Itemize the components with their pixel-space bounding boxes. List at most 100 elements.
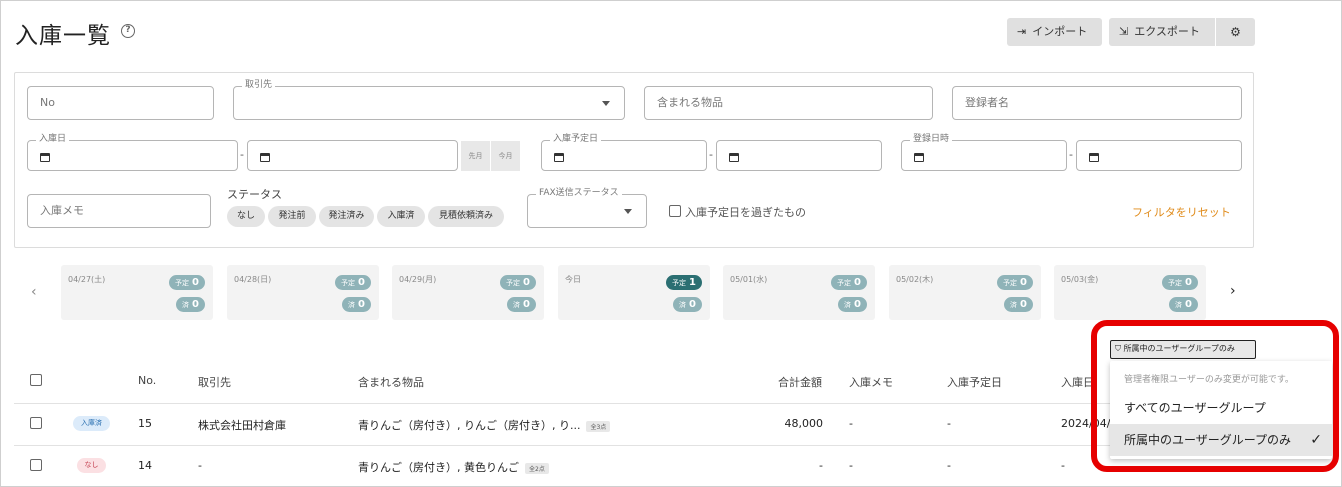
export-button[interactable]: ⇲ エクスポート [1109, 18, 1215, 46]
row-checkbox[interactable] [30, 459, 42, 471]
export-icon: ⇲ [1119, 25, 1129, 38]
registered-date-from[interactable]: 登録日時 [901, 133, 1067, 171]
registrant-field[interactable]: 登録者名 [952, 86, 1242, 120]
settings-button[interactable]: ⚙ [1216, 18, 1255, 46]
calendar-day-card[interactable]: 04/29(月) 予定 0 済 0 [392, 265, 544, 320]
receipt-date-from[interactable]: 入庫日 [27, 133, 238, 171]
status-chip-ordered[interactable]: 発注済み [319, 206, 374, 227]
calendar-day-card[interactable]: 05/03(金) 予定 0 済 0 [1054, 265, 1206, 320]
receipt-date-to[interactable] [247, 140, 458, 171]
planned-count: 0 [358, 277, 365, 288]
no-field[interactable]: No [27, 86, 214, 120]
calendar-day-card[interactable]: 05/01(水) 予定 0 済 0 [723, 265, 875, 320]
done-count-badge: 済0 [507, 297, 536, 312]
header-total[interactable]: 合計金額 [778, 374, 822, 390]
import-label: インポート [1032, 25, 1088, 38]
row-items-text: 青りんご（房付き）, りんご（房付き）, り... [358, 419, 581, 432]
fax-status-select[interactable]: FAX送信ステータス [527, 187, 647, 228]
help-icon[interactable]: ? [121, 24, 135, 38]
planned-label: 予定 [175, 279, 190, 287]
planned-label: 予定 [506, 279, 521, 287]
done-count: 0 [689, 299, 696, 310]
status-chip-none[interactable]: なし [227, 206, 265, 227]
planned-count: 0 [1020, 277, 1027, 288]
planned-count-badge: 予定 0 [831, 275, 867, 290]
done-count-badge: 済0 [1169, 297, 1198, 312]
planned-date-to[interactable] [716, 140, 882, 171]
memo-field[interactable]: 入庫メモ [27, 194, 211, 228]
calendar-day-card[interactable]: 04/28(日) 予定 0 済 0 [227, 265, 379, 320]
select-all-checkbox[interactable] [30, 374, 42, 386]
row-total: - [819, 459, 823, 472]
planned-count: 0 [854, 277, 861, 288]
planned-count: 0 [1185, 277, 1192, 288]
reset-filter-link[interactable]: フィルタをリセット [1132, 204, 1231, 220]
calendar-icon [260, 152, 270, 162]
calendar-day-card[interactable]: 今日 予定 1 済 0 [558, 265, 710, 320]
status-chip-quote-requested[interactable]: 見積依頼済み [428, 206, 504, 227]
done-count: 0 [854, 299, 861, 310]
planned-date-from[interactable]: 入庫予定日 [541, 133, 707, 171]
calendar-day-card[interactable]: 04/27(土) 予定 0 済 0 [61, 265, 213, 320]
planned-date-label: 入庫予定日 [550, 133, 602, 145]
header-partner[interactable]: 取引先 [198, 374, 231, 390]
calendar-day-date: 04/29(月) [399, 275, 437, 284]
receipt-date-label: 入庫日 [36, 133, 70, 145]
status-chip-before-order[interactable]: 発注前 [268, 206, 316, 227]
row-no: 15 [138, 417, 152, 430]
planned-count: 1 [689, 277, 696, 288]
row-memo: - [849, 459, 853, 472]
status-label: ステータス [227, 188, 282, 201]
done-count-badge: 済0 [673, 297, 702, 312]
status-badge: 入庫済 [73, 416, 110, 431]
import-button[interactable]: ⇥ インポート [1007, 18, 1102, 46]
chevron-down-icon [624, 209, 632, 214]
planned-count: 0 [192, 277, 199, 288]
status-chip-received[interactable]: 入庫済 [377, 206, 425, 227]
calendar-icon [729, 152, 739, 162]
header-receipt-date[interactable]: 入庫日 [1061, 374, 1094, 390]
done-label: 済 [679, 301, 687, 309]
overdue-checkbox[interactable] [669, 205, 681, 217]
done-count-badge: 済0 [176, 297, 205, 312]
row-items-count: 全3点 [586, 420, 611, 432]
overdue-label: 入庫予定日を過ぎたもの [685, 206, 806, 219]
chevron-down-icon [602, 101, 610, 106]
calendar-icon [554, 152, 564, 162]
calendar-day-date: 04/27(土) [68, 275, 106, 284]
row-no: 14 [138, 459, 152, 472]
done-count-badge: 済0 [342, 297, 371, 312]
header-no[interactable]: No. [138, 374, 156, 387]
planned-label: 予定 [341, 279, 356, 287]
row-memo: - [849, 417, 853, 430]
header-items[interactable]: 含まれる物品 [358, 374, 424, 390]
registered-date-to[interactable] [1076, 140, 1242, 171]
done-count: 0 [192, 299, 199, 310]
highlight-box [1091, 320, 1339, 472]
row-total: 48,000 [784, 417, 824, 430]
done-label: 済 [348, 301, 356, 309]
row-items: 青りんご（房付き）, 黄色りんご 全2点 [358, 459, 549, 475]
this-month-button[interactable]: 今月 [491, 141, 520, 171]
calendar-icon [914, 152, 924, 162]
prev-week-icon[interactable]: ‹ [31, 284, 37, 300]
items-field[interactable]: 含まれる物品 [644, 86, 933, 120]
export-label: エクスポート [1134, 25, 1200, 38]
range-separator: - [240, 148, 244, 161]
header-memo[interactable]: 入庫メモ [849, 374, 893, 390]
planned-label: 予定 [1168, 279, 1183, 287]
planned-label: 予定 [672, 279, 687, 287]
planned-count: 0 [523, 277, 530, 288]
row-items: 青りんご（房付き）, りんご（房付き）, り... 全3点 [358, 417, 611, 433]
planned-count-badge: 予定 1 [666, 275, 702, 290]
row-checkbox[interactable] [30, 417, 42, 429]
done-label: 済 [513, 301, 521, 309]
last-month-button[interactable]: 先月 [461, 141, 490, 171]
row-planned-date: - [947, 417, 951, 430]
next-week-icon[interactable]: › [1230, 283, 1236, 299]
partner-select[interactable]: 取引先 [233, 79, 625, 120]
calendar-day-card[interactable]: 05/02(木) 予定 0 済 0 [889, 265, 1041, 320]
partner-label: 取引先 [242, 79, 276, 91]
done-count: 0 [1185, 299, 1192, 310]
header-planned-date[interactable]: 入庫予定日 [947, 374, 1002, 390]
